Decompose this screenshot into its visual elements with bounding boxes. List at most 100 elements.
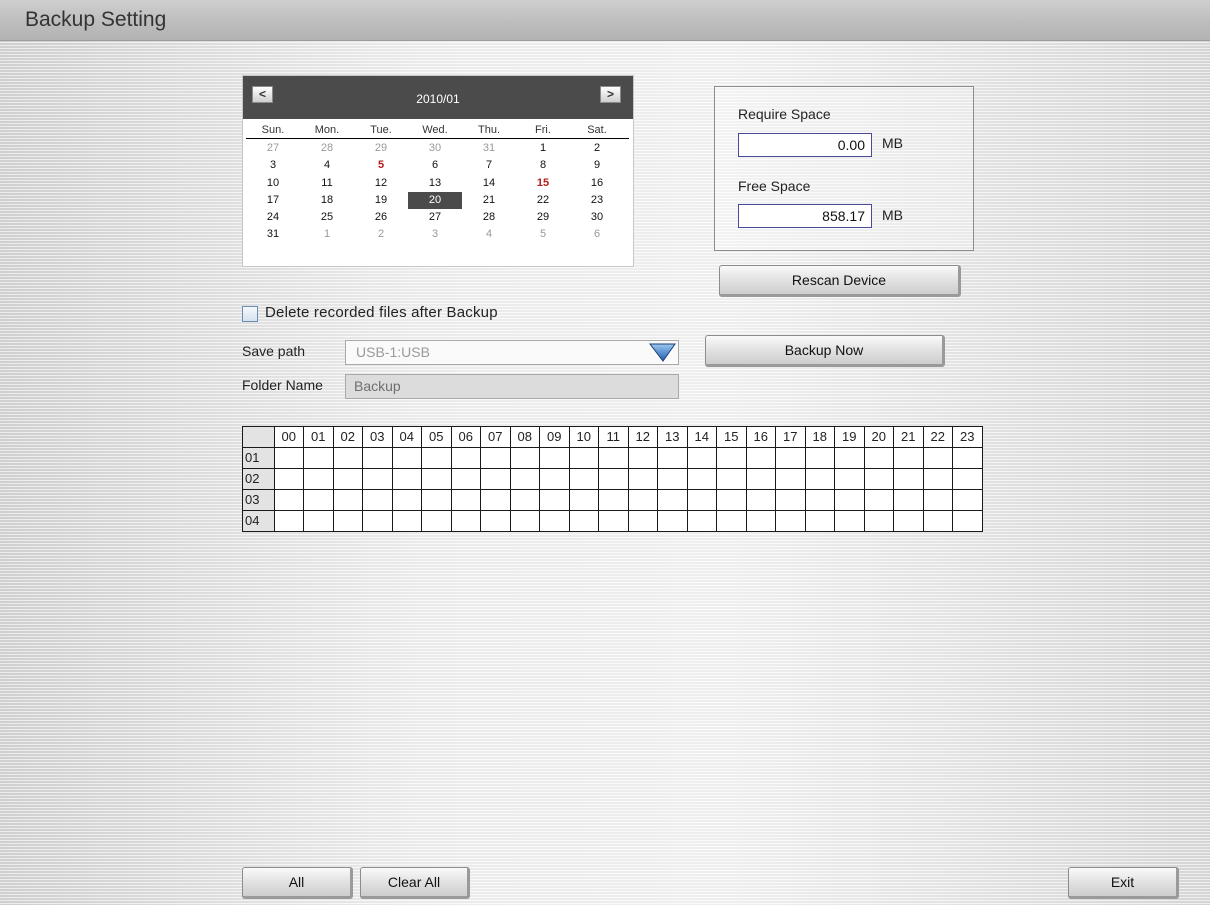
calendar-day[interactable]: 22 bbox=[516, 192, 570, 209]
calendar-day[interactable]: 29 bbox=[516, 209, 570, 226]
schedule-cell[interactable] bbox=[332, 489, 363, 511]
schedule-cell[interactable] bbox=[745, 447, 776, 469]
schedule-cell[interactable] bbox=[539, 489, 570, 511]
schedule-cell[interactable] bbox=[627, 510, 658, 532]
calendar-day[interactable]: 28 bbox=[300, 140, 354, 157]
schedule-cell[interactable] bbox=[480, 468, 511, 490]
schedule-cell[interactable] bbox=[627, 468, 658, 490]
schedule-cell[interactable] bbox=[598, 468, 629, 490]
schedule-cell[interactable] bbox=[480, 510, 511, 532]
schedule-cell[interactable] bbox=[893, 489, 924, 511]
schedule-cell[interactable] bbox=[745, 510, 776, 532]
calendar-day[interactable]: 5 bbox=[354, 157, 408, 174]
calendar-day[interactable]: 21 bbox=[462, 192, 516, 209]
schedule-cell[interactable] bbox=[863, 447, 894, 469]
schedule-cell[interactable] bbox=[775, 468, 806, 490]
schedule-cell[interactable] bbox=[332, 447, 363, 469]
calendar-day[interactable]: 24 bbox=[246, 209, 300, 226]
schedule-cell[interactable] bbox=[657, 489, 688, 511]
schedule-cell[interactable] bbox=[627, 489, 658, 511]
schedule-cell[interactable] bbox=[863, 510, 894, 532]
schedule-cell[interactable] bbox=[509, 510, 540, 532]
calendar-day[interactable]: 1 bbox=[516, 140, 570, 157]
calendar-day[interactable]: 15 bbox=[516, 175, 570, 192]
calendar-day[interactable]: 10 bbox=[246, 175, 300, 192]
chevron-right-icon[interactable]: > bbox=[600, 86, 621, 103]
calendar-day[interactable]: 4 bbox=[462, 226, 516, 243]
schedule-cell[interactable] bbox=[332, 510, 363, 532]
schedule-cell[interactable] bbox=[745, 489, 776, 511]
schedule-cell[interactable] bbox=[450, 447, 481, 469]
schedule-cell[interactable] bbox=[834, 510, 865, 532]
schedule-cell[interactable] bbox=[273, 468, 304, 490]
calendar-day[interactable]: 17 bbox=[246, 192, 300, 209]
calendar-day[interactable]: 31 bbox=[462, 140, 516, 157]
schedule-cell[interactable] bbox=[745, 468, 776, 490]
calendar-day[interactable]: 19 bbox=[354, 192, 408, 209]
calendar-day[interactable]: 8 bbox=[516, 157, 570, 174]
folder-name-input[interactable]: Backup bbox=[345, 374, 679, 399]
schedule-cell[interactable] bbox=[391, 489, 422, 511]
schedule-cell[interactable] bbox=[863, 489, 894, 511]
schedule-cell[interactable] bbox=[362, 468, 393, 490]
calendar-day[interactable]: 29 bbox=[354, 140, 408, 157]
select-all-button[interactable]: All bbox=[242, 867, 353, 899]
schedule-cell[interactable] bbox=[893, 447, 924, 469]
schedule-cell[interactable] bbox=[391, 468, 422, 490]
calendar-day[interactable]: 30 bbox=[408, 140, 462, 157]
schedule-cell[interactable] bbox=[893, 510, 924, 532]
schedule-cell[interactable] bbox=[834, 468, 865, 490]
schedule-cell[interactable] bbox=[509, 489, 540, 511]
calendar-day-selected[interactable]: 20 bbox=[408, 191, 462, 209]
schedule-cell[interactable] bbox=[421, 510, 452, 532]
schedule-cell[interactable] bbox=[893, 468, 924, 490]
calendar-day[interactable]: 31 bbox=[246, 226, 300, 243]
schedule-cell[interactable] bbox=[391, 510, 422, 532]
schedule-cell[interactable] bbox=[568, 447, 599, 469]
calendar-day[interactable]: 25 bbox=[300, 209, 354, 226]
schedule-cell[interactable] bbox=[657, 447, 688, 469]
calendar-day[interactable]: 5 bbox=[516, 226, 570, 243]
schedule-cell[interactable] bbox=[539, 468, 570, 490]
schedule-cell[interactable] bbox=[716, 510, 747, 532]
schedule-cell[interactable] bbox=[627, 447, 658, 469]
schedule-cell[interactable] bbox=[568, 489, 599, 511]
calendar-day[interactable]: 28 bbox=[462, 209, 516, 226]
schedule-cell[interactable] bbox=[922, 510, 953, 532]
schedule-cell[interactable] bbox=[303, 510, 334, 532]
schedule-cell[interactable] bbox=[362, 489, 393, 511]
calendar-day[interactable]: 18 bbox=[300, 192, 354, 209]
schedule-cell[interactable] bbox=[450, 489, 481, 511]
calendar-day[interactable]: 27 bbox=[408, 209, 462, 226]
schedule-cell[interactable] bbox=[922, 447, 953, 469]
schedule-cell[interactable] bbox=[539, 510, 570, 532]
calendar-day[interactable]: 3 bbox=[408, 226, 462, 243]
calendar-day[interactable]: 3 bbox=[246, 157, 300, 174]
schedule-cell[interactable] bbox=[952, 489, 983, 511]
schedule-cell[interactable] bbox=[834, 489, 865, 511]
calendar-day[interactable]: 26 bbox=[354, 209, 408, 226]
schedule-cell[interactable] bbox=[421, 447, 452, 469]
calendar-day[interactable]: 4 bbox=[300, 157, 354, 174]
schedule-cell[interactable] bbox=[362, 510, 393, 532]
calendar-day[interactable]: 23 bbox=[570, 192, 624, 209]
calendar-day[interactable]: 27 bbox=[246, 140, 300, 157]
schedule-cell[interactable] bbox=[686, 468, 717, 490]
backup-now-button[interactable]: Backup Now bbox=[705, 335, 945, 367]
calendar-day[interactable]: 2 bbox=[570, 140, 624, 157]
schedule-cell[interactable] bbox=[804, 468, 835, 490]
schedule-cell[interactable] bbox=[952, 468, 983, 490]
schedule-cell[interactable] bbox=[686, 510, 717, 532]
schedule-cell[interactable] bbox=[303, 447, 334, 469]
schedule-cell[interactable] bbox=[952, 447, 983, 469]
schedule-cell[interactable] bbox=[391, 447, 422, 469]
schedule-cell[interactable] bbox=[775, 510, 806, 532]
schedule-cell[interactable] bbox=[922, 468, 953, 490]
rescan-device-button[interactable]: Rescan Device bbox=[719, 265, 961, 297]
schedule-cell[interactable] bbox=[362, 447, 393, 469]
schedule-cell[interactable] bbox=[863, 468, 894, 490]
calendar-day[interactable]: 14 bbox=[462, 175, 516, 192]
calendar-day[interactable]: 6 bbox=[408, 157, 462, 174]
calendar-day[interactable]: 6 bbox=[570, 226, 624, 243]
schedule-cell[interactable] bbox=[716, 468, 747, 490]
